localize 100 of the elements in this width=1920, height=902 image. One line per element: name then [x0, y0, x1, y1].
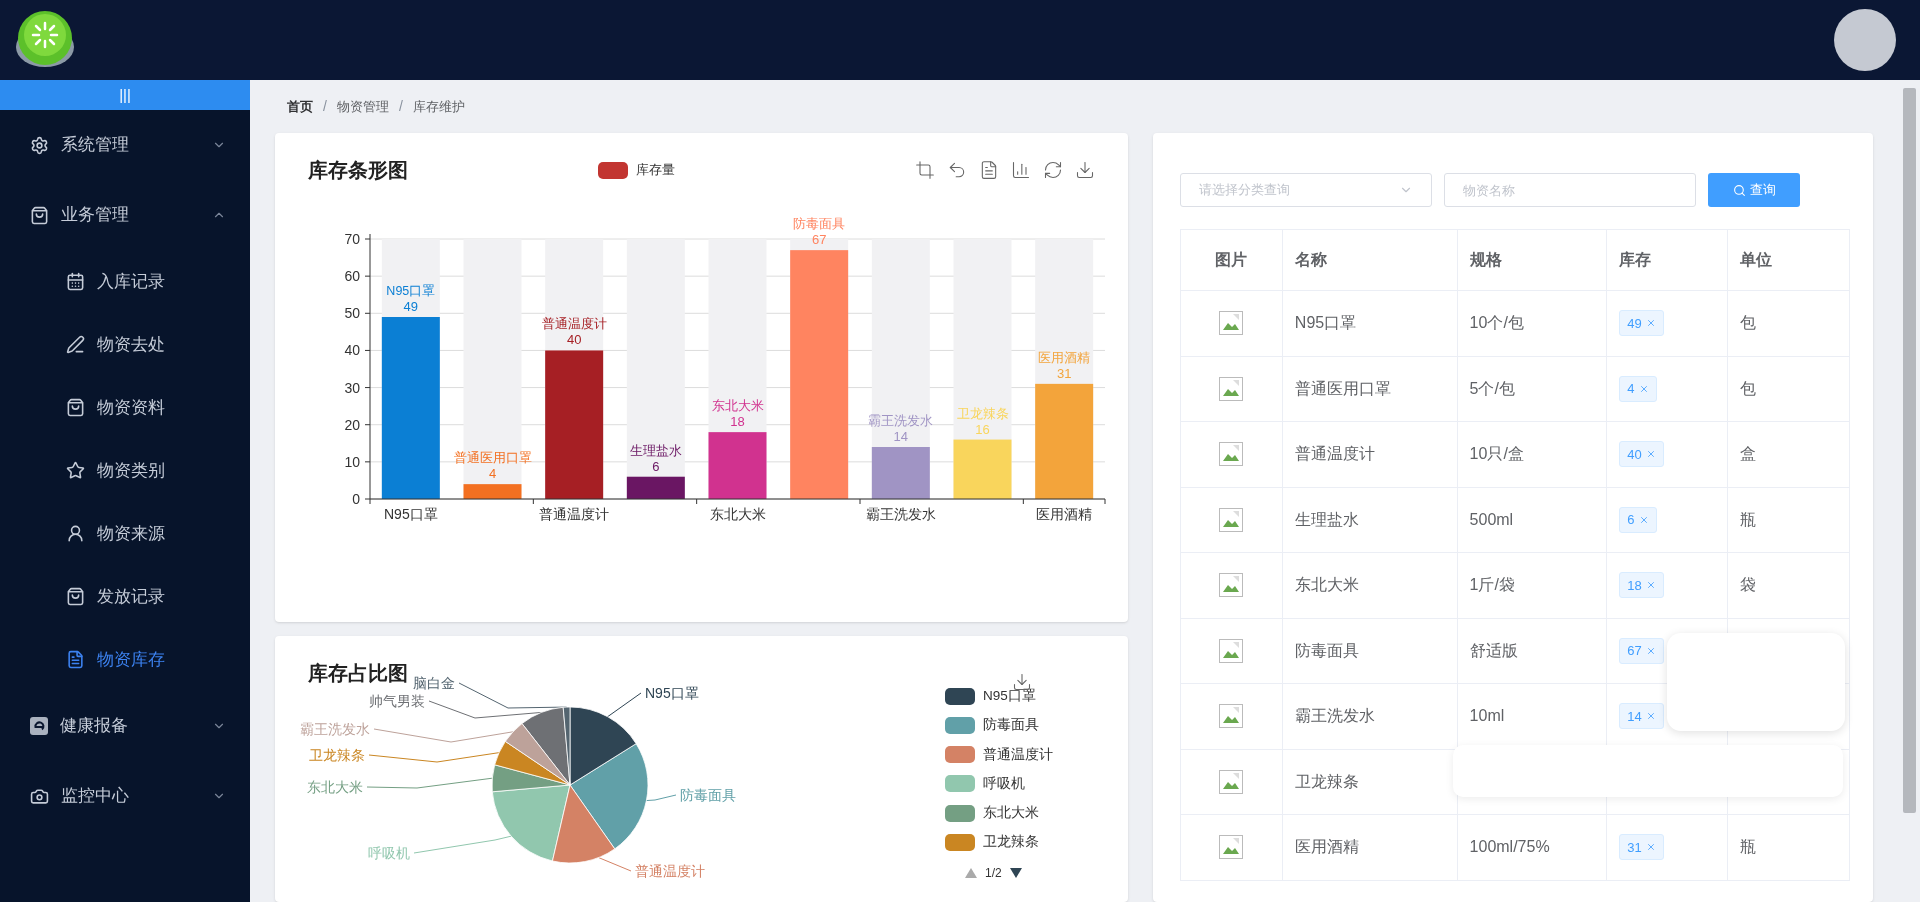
slice-label: N95口罩	[645, 685, 699, 701]
undo-icon[interactable]	[947, 160, 967, 180]
bar-value-label: 40	[566, 332, 582, 348]
legend-label: 普通温度计	[983, 745, 1053, 764]
document-icon[interactable]	[979, 160, 999, 180]
breadcrumb-item[interactable]: 物资管理	[336, 96, 389, 117]
column-header: 库存	[1607, 230, 1729, 290]
menu-label: 系统管理	[61, 134, 130, 157]
slice-label: 脑白金	[413, 675, 455, 691]
pie-slice[interactable]	[504, 723, 571, 786]
breadcrumb-item[interactable]: 库存维护	[412, 96, 465, 117]
slice-label: 霸王洗发水	[300, 721, 370, 737]
pie-slice[interactable]	[494, 741, 571, 786]
slice-label: 呼吸机	[368, 845, 410, 861]
pie-slice[interactable]	[569, 743, 649, 850]
chart-legend[interactable]: 库存量	[598, 160, 675, 180]
search-icon	[1732, 183, 1746, 197]
slice-label: 防毒面具	[680, 787, 736, 803]
menu-group[interactable]: 健康报备	[0, 691, 250, 761]
menu-label: 业务管理	[61, 204, 130, 227]
close-icon[interactable]	[1645, 318, 1656, 329]
legend-label: 防毒面具	[983, 716, 1039, 735]
bar-category-label: 东北大米	[711, 399, 764, 414]
table-cell-text: 防毒面具	[1294, 640, 1359, 661]
broken-image-icon	[1219, 442, 1244, 467]
page-down-icon[interactable]	[1009, 867, 1022, 878]
menu-item-icon	[66, 587, 85, 606]
menu-item-label: 物资来源	[97, 522, 165, 545]
column-header: 规格	[1457, 230, 1608, 290]
x-tick-label: 东北大米	[709, 506, 766, 522]
bar-category-label: 防毒面具	[793, 217, 846, 232]
menu-label: 健康报备	[60, 715, 129, 738]
bar-value-label: 6	[652, 458, 660, 474]
column-header: 图片	[1181, 230, 1283, 290]
x-tick-label: 医用酒精	[1036, 506, 1093, 522]
column-header: 单位	[1728, 230, 1850, 290]
menu-item[interactable]: 物资类别	[0, 439, 250, 502]
leader-line	[645, 794, 677, 802]
menu-group[interactable]: 业务管理	[0, 180, 250, 250]
bar-category-label: 霸王洗发水	[868, 414, 934, 428]
y-tick-label: 70	[344, 231, 360, 247]
menu-item[interactable]: 入库记录	[0, 250, 250, 313]
menu-item[interactable]: 物资库存	[0, 628, 250, 691]
legend-item[interactable]: 东北大米	[945, 803, 1053, 824]
bar-category-label: 医用酒精	[1038, 350, 1091, 365]
refresh-icon[interactable]	[1043, 160, 1063, 180]
x-tick-label: 普通温度计	[539, 506, 610, 522]
legend-pager: 1/2	[985, 864, 1002, 882]
bar-category-label: 普通温度计	[541, 317, 607, 332]
menu-item-label: 物资去处	[97, 333, 165, 356]
close-icon[interactable]	[1638, 383, 1649, 394]
download-icon[interactable]	[1075, 160, 1095, 180]
close-icon[interactable]	[1645, 711, 1656, 722]
menu-group[interactable]: 系统管理	[0, 110, 250, 180]
stock-tag: 18	[1619, 572, 1664, 599]
pie-slice[interactable]	[569, 706, 637, 786]
close-icon[interactable]	[1638, 514, 1649, 525]
pie-slice[interactable]	[521, 706, 571, 786]
close-icon[interactable]	[1645, 645, 1656, 656]
menu-item-label: 发放记录	[97, 585, 165, 608]
pie-slice[interactable]	[562, 706, 571, 786]
page-up-icon[interactable]	[965, 867, 977, 878]
menu-item-icon	[66, 524, 85, 543]
broken-image-icon	[1219, 638, 1244, 663]
pie-slice[interactable]	[491, 764, 571, 793]
column-header: 名称	[1282, 230, 1458, 290]
x-tick-label: N95口罩	[384, 506, 438, 522]
table-cell-text: 瓶	[1740, 509, 1757, 530]
bar-value-label: 49	[403, 299, 419, 314]
legend-item[interactable]: 卫龙辣条	[945, 832, 1053, 853]
y-tick-label: 40	[344, 342, 360, 359]
scrollbar[interactable]	[1903, 88, 1916, 813]
menu-item[interactable]: 物资资料	[0, 376, 250, 439]
menu-item-icon	[66, 398, 85, 417]
menu-item[interactable]: 发放记录	[0, 565, 250, 628]
chart-title: 库存占比图	[308, 662, 408, 684]
stock-tag: 14	[1619, 703, 1664, 730]
stock-tag: 6	[1619, 506, 1657, 533]
menu-item[interactable]: 物资来源	[0, 502, 250, 565]
crop-icon[interactable]	[915, 160, 935, 180]
table-cell-text: 包	[1740, 378, 1757, 399]
breadcrumb-item[interactable]: 首页	[287, 96, 313, 117]
legend-item[interactable]: 普通温度计	[945, 744, 1053, 765]
close-icon[interactable]	[1645, 842, 1656, 853]
y-tick-label: 0	[352, 491, 360, 507]
bar-chart-icon[interactable]	[1011, 160, 1031, 180]
bar-value-label: 4	[488, 466, 497, 482]
table-cell-text: 袋	[1740, 575, 1757, 596]
table-cell-text: 10只/盒	[1469, 444, 1524, 465]
close-icon[interactable]	[1645, 580, 1656, 591]
name-input[interactable]: 物资名称	[1444, 173, 1696, 207]
menu-item[interactable]: 物资去处	[0, 313, 250, 376]
menu-group[interactable]: 监控中心	[0, 761, 250, 831]
e-square-icon	[30, 717, 48, 735]
menu-item-label: 物资资料	[97, 396, 165, 419]
menu-item-icon	[66, 461, 85, 480]
legend-item[interactable]: 呼吸机	[945, 773, 1053, 794]
table-cell-text: 东北大米	[1294, 575, 1359, 596]
close-icon[interactable]	[1645, 449, 1656, 460]
legend-item[interactable]: 防毒面具	[945, 715, 1053, 736]
